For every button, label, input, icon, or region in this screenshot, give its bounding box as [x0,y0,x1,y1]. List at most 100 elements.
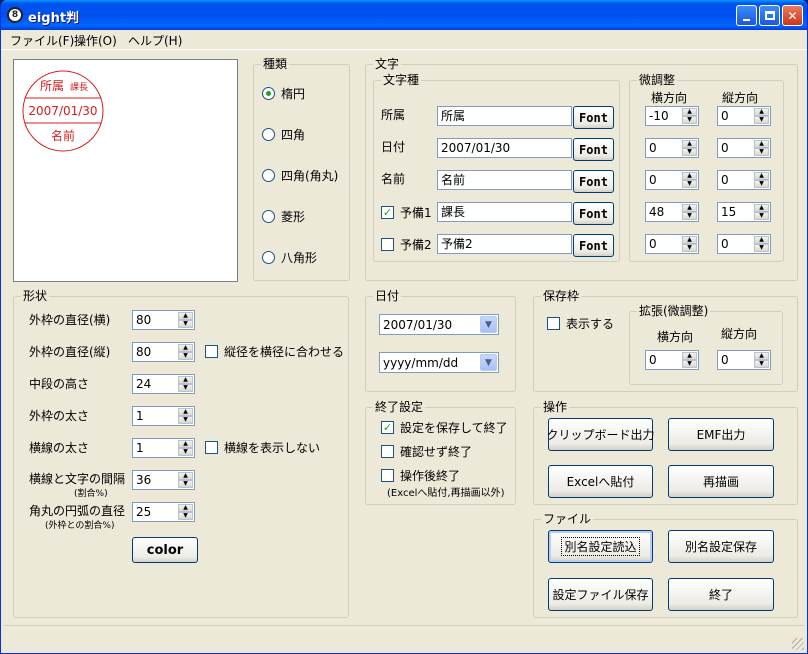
spare1-checkbox[interactable]: ✓ 予備1 [381,204,432,221]
save-settings-as-button[interactable]: 別名設定保存 [668,530,774,563]
spare2-input[interactable]: 予備2 [437,234,572,254]
exit-after-operation-checkbox[interactable]: 操作後終了 [381,467,460,484]
label-corner-arc-unit: (外枠との割合%) [45,521,115,531]
frame-h-label: 横方向 [657,330,694,344]
status-bar [4,625,804,651]
name-h-spinner[interactable]: 0 ▲ ▼ [645,170,699,190]
radio-octagon[interactable]: 八角形 [262,249,317,266]
label-date: 日付 [381,140,406,154]
menu-file[interactable]: ファイル(F) [10,32,74,49]
exit-button[interactable]: 終了 [668,578,774,611]
text-group-label: 文字 [373,57,402,71]
stamp-date-text: 2007/01/30 [28,104,97,118]
label-outer-diameter-v: 外枠の直径(縦) [29,345,111,359]
radio-diamond[interactable]: 菱形 [262,208,305,225]
hide-line-checkbox[interactable]: 横線を表示しない [205,439,320,456]
middle-height-spinner[interactable]: 24 ▲ ▼ [132,374,195,394]
date-format-select[interactable]: yyyy/mm/dd ▼ [379,352,499,373]
frame-v-spinner[interactable]: 0 ▲ ▼ [717,350,771,370]
save-frame-label: 保存枠 [541,289,582,303]
name-input[interactable]: 名前 [437,170,572,190]
minimize-icon [743,18,750,21]
save-settings-file-button[interactable]: 設定ファイル保存 [548,578,653,611]
label-name: 名前 [381,172,406,186]
label-corner-arc: 角丸の円弧の直径 [29,504,126,518]
spare2-v-spinner[interactable]: 0 ▲ ▼ [717,234,771,254]
spare1-h-spinner[interactable]: 48 ▲ ▼ [645,202,699,222]
chevron-down-icon: ▼ [480,354,497,371]
spare2-font-button[interactable]: Font [573,234,614,257]
end-settings-note: (Excelへ貼付,再描画以外) [387,488,505,499]
exit-without-confirm-checkbox[interactable]: 確認せず終了 [381,443,472,460]
app-icon: 8 [7,7,23,23]
radio-ellipse[interactable]: 楕円 [262,85,305,102]
stamp-graphic: 所属 課長 2007/01/30 名前 [22,70,104,152]
corner-arc-spinner[interactable]: 25 ▲ ▼ [132,502,195,522]
outer-diameter-v-spinner[interactable]: 80 ▲ ▼ [132,342,195,362]
maximize-icon [764,11,775,20]
match-vertical-checkbox[interactable]: 縦径を横径に合わせる [205,343,344,360]
outer-thickness-spinner[interactable]: 1 ▲ ▼ [132,406,195,426]
label-line-text-gap: 横線と文字の間隔 [29,472,126,486]
operations-label: 操作 [541,400,570,414]
spare1-font-button[interactable]: Font [573,202,614,225]
date-group: 日付 [365,289,516,392]
stamp-name-text: 名前 [51,128,75,143]
radio-rounded-square[interactable]: 四角(角丸) [262,167,338,184]
maximize-button[interactable] [759,5,780,26]
date-h-spinner[interactable]: 0 ▲ ▼ [645,138,699,158]
label-outer-thickness: 外枠の太さ [29,409,90,423]
name-font-button[interactable]: Font [573,170,614,193]
radio-square[interactable]: 四角 [262,126,305,143]
minimize-button[interactable] [736,5,757,26]
label-outer-diameter-h: 外枠の直径(横) [29,313,111,327]
redraw-button[interactable]: 再描画 [668,465,774,498]
affiliation-h-spinner[interactable]: -10 ▲ ▼ [645,106,699,126]
menu-bar: ファイル(F) 操作(O) ヘルプ(H) [1,30,807,50]
color-button[interactable]: color [132,537,198,563]
name-v-spinner[interactable]: 0 ▲ ▼ [717,170,771,190]
chevron-down-icon: ▼ [480,316,497,333]
resize-grip[interactable] [792,638,804,650]
affiliation-input[interactable]: 所属 [437,106,572,126]
line-text-gap-spinner[interactable]: 36 ▲ ▼ [132,470,195,490]
load-settings-as-button[interactable]: 別名設定読込 [548,530,653,563]
spare2-checkbox[interactable]: 予備2 [381,236,432,253]
shape-type-label: 種類 [261,57,290,71]
frame-v-label: 縦方向 [721,327,758,341]
window-title: eight判 [28,11,80,26]
spare1-input[interactable]: 課長 [437,202,572,222]
clipboard-output-button[interactable]: クリップボード出力 [547,418,655,451]
stamp-top-small-text: 課長 [70,81,88,93]
menu-operation[interactable]: 操作(O) [74,32,117,49]
shape-group-label: 形状 [21,289,50,303]
affiliation-font-button[interactable]: Font [573,106,614,129]
affiliation-v-spinner[interactable]: 0 ▲ ▼ [717,106,771,126]
date-group-label: 日付 [373,289,402,303]
extension-group: 拡張(微調整) [629,304,783,385]
show-frame-checkbox[interactable]: 表示する [547,315,614,332]
excel-paste-button[interactable]: Excelへ貼付 [548,465,653,498]
v-direction-label: 縦方向 [722,91,759,105]
line-thickness-spinner[interactable]: 1 ▲ ▼ [132,438,195,458]
close-button[interactable]: ✕ [782,5,803,26]
fine-adjust-label: 微調整 [637,73,678,87]
date-v-spinner[interactable]: 0 ▲ ▼ [717,138,771,158]
spare2-h-spinner[interactable]: 0 ▲ ▼ [645,234,699,254]
label-middle-height: 中段の高さ [29,377,90,391]
end-settings-label: 終了設定 [373,400,426,414]
outer-diameter-h-spinner[interactable]: 80 ▲ ▼ [132,310,195,330]
date-font-button[interactable]: Font [573,138,614,161]
label-line-thickness: 横線の太さ [29,441,90,455]
frame-h-spinner[interactable]: 0 ▲ ▼ [645,350,699,370]
menu-help[interactable]: ヘルプ(H) [128,32,182,49]
close-icon: ✕ [787,8,798,23]
stamp-top-text: 所属 [40,79,64,93]
date-text-input[interactable]: 2007/01/30 [437,138,572,158]
spare1-v-spinner[interactable]: 15 ▲ ▼ [717,202,771,222]
emf-output-button[interactable]: EMF出力 [668,418,774,451]
title-bar[interactable]: 8 eight判 ✕ [1,0,807,30]
save-on-exit-checkbox[interactable]: ✓ 設定を保存して終了 [381,419,508,436]
date-select[interactable]: 2007/01/30 ▼ [379,314,499,335]
extension-label: 拡張(微調整) [637,304,711,318]
